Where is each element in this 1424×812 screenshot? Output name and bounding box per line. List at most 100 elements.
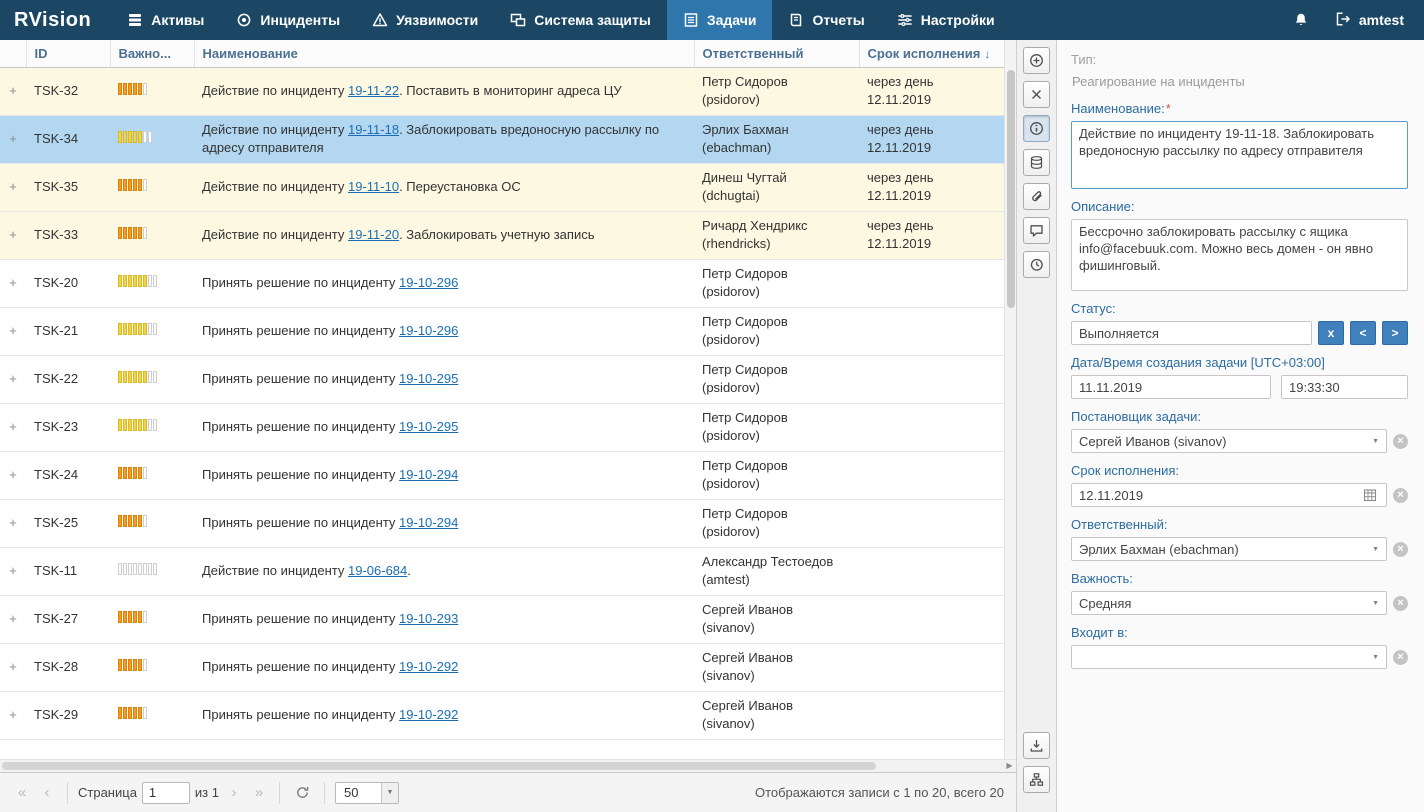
table-row[interactable]: +TSK-24Принять решение по инциденту 19-1…: [0, 451, 1005, 499]
row-expand-icon[interactable]: +: [0, 706, 26, 724]
scroll-right-button[interactable]: ▶: [1003, 760, 1016, 772]
history-button[interactable]: [1023, 251, 1050, 278]
incident-link[interactable]: 19-11-20: [348, 227, 399, 242]
row-expand-icon[interactable]: +: [0, 178, 26, 196]
table-row[interactable]: +TSK-23Принять решение по инциденту 19-1…: [0, 403, 1005, 451]
clear-icon[interactable]: ×: [1393, 650, 1408, 665]
export-button[interactable]: [1023, 732, 1050, 759]
chevron-down-icon[interactable]: ▼: [1370, 546, 1381, 553]
clear-icon[interactable]: ×: [1393, 596, 1408, 611]
parent-task-select[interactable]: ▼: [1071, 645, 1387, 669]
first-page-button[interactable]: «: [12, 784, 32, 801]
table-row[interactable]: +TSK-25Принять решение по инциденту 19-1…: [0, 499, 1005, 547]
incident-link[interactable]: 19-10-292: [399, 659, 458, 674]
row-expand-icon[interactable]: +: [0, 418, 26, 436]
col-importance[interactable]: Важно...: [110, 40, 194, 67]
table-row[interactable]: +TSK-27Принять решение по инциденту 19-1…: [0, 595, 1005, 643]
row-expand-icon[interactable]: +: [0, 466, 26, 484]
table-row[interactable]: +TSK-33Действие по инциденту 19-11-20. З…: [0, 211, 1005, 259]
incident-link[interactable]: 19-10-295: [399, 419, 458, 434]
incident-link[interactable]: 19-10-294: [399, 467, 458, 482]
due-date-input[interactable]: 12.11.2019: [1071, 483, 1387, 507]
chevron-down-icon[interactable]: ▼: [1370, 438, 1381, 445]
vertical-scrollbar[interactable]: [1004, 40, 1016, 759]
row-expand-icon[interactable]: +: [0, 610, 26, 628]
nav-item-vulnerabilities[interactable]: Уязвимости: [356, 0, 494, 40]
description-textarea[interactable]: Бессрочно заблокировать рассылку с ящика…: [1071, 219, 1408, 291]
name-textarea[interactable]: Действие по инциденту 19-11-18. Заблокир…: [1071, 121, 1408, 189]
page-size-select[interactable]: 50 ▼: [335, 782, 399, 804]
table-row[interactable]: +TSK-11Действие по инциденту 19-06-684.А…: [0, 547, 1005, 595]
table-row[interactable]: +TSK-22Принять решение по инциденту 19-1…: [0, 355, 1005, 403]
horizontal-scroll-thumb[interactable]: [2, 762, 876, 770]
vertical-scroll-thumb[interactable]: [1007, 70, 1015, 308]
last-page-button[interactable]: »: [249, 784, 269, 801]
responsible-select[interactable]: Эрлих Бахман (ebachman) ▼: [1071, 537, 1387, 561]
attachments-button[interactable]: [1023, 183, 1050, 210]
incident-link[interactable]: 19-11-10: [348, 179, 399, 194]
info-tab-button[interactable]: [1023, 115, 1050, 142]
incident-link[interactable]: 19-06-684: [348, 563, 407, 578]
nav-item-assets[interactable]: Активы: [111, 0, 220, 40]
notifications-bell-icon[interactable]: [1293, 12, 1309, 28]
row-expand-icon[interactable]: +: [0, 514, 26, 532]
incident-link[interactable]: 19-10-294: [399, 515, 458, 530]
clear-icon[interactable]: ×: [1393, 542, 1408, 557]
status-cancel-button[interactable]: x: [1318, 321, 1344, 345]
page-number-input[interactable]: [142, 782, 190, 804]
chevron-down-icon[interactable]: ▼: [1370, 654, 1381, 661]
incident-link[interactable]: 19-10-295: [399, 371, 458, 386]
status-prev-button[interactable]: <: [1350, 321, 1376, 345]
table-row[interactable]: +TSK-34Действие по инциденту 19-11-18. З…: [0, 115, 1005, 163]
incident-link[interactable]: 19-10-296: [399, 323, 458, 338]
created-date-input[interactable]: [1071, 375, 1271, 399]
row-expand-icon[interactable]: +: [0, 658, 26, 676]
row-expand-icon[interactable]: +: [0, 562, 26, 580]
chevron-down-icon[interactable]: ▼: [1370, 600, 1381, 607]
comments-button[interactable]: [1023, 217, 1050, 244]
incident-link[interactable]: 19-10-293: [399, 611, 458, 626]
prev-page-button[interactable]: ‹: [37, 784, 57, 801]
clear-icon[interactable]: ×: [1393, 488, 1408, 503]
nav-item-settings[interactable]: Настройки: [881, 0, 1011, 40]
col-name[interactable]: Наименование: [194, 40, 694, 67]
clear-icon[interactable]: ×: [1393, 434, 1408, 449]
created-time-input[interactable]: [1281, 375, 1408, 399]
incident-link[interactable]: 19-11-18: [348, 122, 399, 137]
col-id[interactable]: ID: [26, 40, 110, 67]
row-expand-icon[interactable]: +: [0, 322, 26, 340]
horizontal-scrollbar[interactable]: ▶: [0, 759, 1016, 772]
table-row[interactable]: +TSK-32Действие по инциденту 19-11-22. П…: [0, 67, 1005, 115]
nav-item-incidents[interactable]: Инциденты: [220, 0, 356, 40]
incident-link[interactable]: 19-10-296: [399, 275, 458, 290]
col-responsible[interactable]: Ответственный: [694, 40, 859, 67]
nav-item-tasks[interactable]: Задачи: [667, 0, 773, 40]
logout-user-button[interactable]: amtest: [1335, 11, 1404, 30]
chevron-down-icon[interactable]: ▼: [381, 783, 398, 803]
workflow-button[interactable]: [1023, 766, 1050, 793]
incident-link[interactable]: 19-11-22: [348, 83, 399, 98]
status-input[interactable]: [1071, 321, 1312, 345]
app-logo[interactable]: RVision: [0, 9, 111, 32]
table-row[interactable]: +TSK-29Принять решение по инциденту 19-1…: [0, 691, 1005, 739]
col-due-date[interactable]: Срок исполнения↓: [859, 40, 1005, 67]
close-panel-button[interactable]: [1023, 81, 1050, 108]
related-data-button[interactable]: [1023, 149, 1050, 176]
next-page-button[interactable]: ›: [224, 784, 244, 801]
table-row[interactable]: +TSK-28Принять решение по инциденту 19-1…: [0, 643, 1005, 691]
refresh-button[interactable]: [290, 782, 314, 804]
importance-select[interactable]: Средняя ▼: [1071, 591, 1387, 615]
nav-item-protection[interactable]: Система защиты: [494, 0, 667, 40]
table-row[interactable]: +TSK-35Действие по инциденту 19-11-10. П…: [0, 163, 1005, 211]
row-expand-icon[interactable]: +: [0, 82, 26, 100]
table-row[interactable]: +TSK-21Принять решение по инциденту 19-1…: [0, 307, 1005, 355]
nav-item-reports[interactable]: Отчеты: [772, 0, 880, 40]
row-expand-icon[interactable]: +: [0, 370, 26, 388]
table-row[interactable]: +TSK-20Принять решение по инциденту 19-1…: [0, 259, 1005, 307]
add-task-button[interactable]: [1023, 47, 1050, 74]
author-select[interactable]: Сергей Иванов (sivanov) ▼: [1071, 429, 1387, 453]
incident-link[interactable]: 19-10-292: [399, 707, 458, 722]
status-next-button[interactable]: >: [1382, 321, 1408, 345]
calendar-icon[interactable]: [1363, 488, 1377, 502]
row-expand-icon[interactable]: +: [0, 226, 26, 244]
